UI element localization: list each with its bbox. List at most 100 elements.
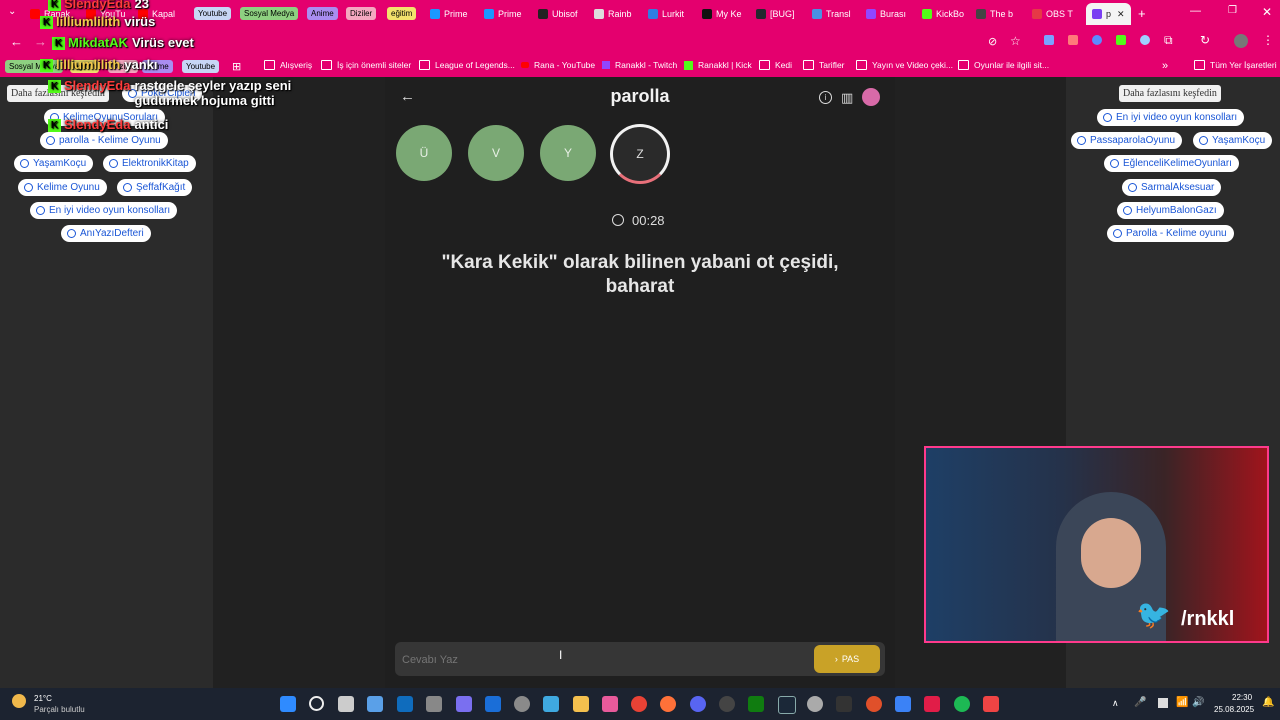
back-icon[interactable]: ← <box>10 34 23 49</box>
volume-icon[interactable]: 🔊 <box>1192 697 1204 708</box>
bookmark-star-icon[interactable]: ☆ <box>1010 34 1021 48</box>
outlook-icon[interactable] <box>397 696 413 712</box>
bookmark-folder[interactable]: Yayın ve Video çeki... <box>856 60 953 70</box>
extension-icon[interactable] <box>1068 35 1078 45</box>
task-view-icon[interactable] <box>338 696 354 712</box>
browser-tab[interactable]: Ubisof <box>538 5 578 23</box>
bookmark-link[interactable]: Ranakkl | Kick <box>684 60 752 70</box>
suggestion-chip[interactable]: HelyumBalonGazı <box>1117 202 1224 219</box>
start-icon[interactable] <box>280 696 296 712</box>
app-icon[interactable] <box>895 696 911 712</box>
app-icon[interactable] <box>866 696 882 712</box>
tab-group-series[interactable]: Diziler <box>346 7 377 20</box>
bookmark-link[interactable]: Rana - YouTube <box>521 60 595 70</box>
suggestion-chip[interactable]: ElektronikKitap <box>103 155 196 172</box>
suggestion-chip[interactable]: Parolla - Kelime oyunu <box>1107 225 1234 242</box>
suggestion-chip[interactable]: PassaparolaOyunu <box>1071 132 1183 149</box>
extension-icon[interactable] <box>1140 35 1150 45</box>
browser-tab[interactable]: Burası <box>866 5 906 23</box>
firefox-icon[interactable] <box>660 696 676 712</box>
file-explorer-icon[interactable] <box>573 696 589 712</box>
info-icon[interactable]: i <box>819 91 832 104</box>
xbox-icon[interactable] <box>748 696 764 712</box>
clock-time[interactable]: 22:30 <box>1232 693 1252 702</box>
bookmark-folder[interactable]: League of Legends... <box>419 60 515 70</box>
back-arrow-icon[interactable]: ← <box>400 88 415 105</box>
menu-icon[interactable]: ⋮ <box>1262 33 1274 47</box>
suggestion-chip[interactable]: YaşamKoçu <box>14 155 94 172</box>
app-icon[interactable] <box>807 696 823 712</box>
new-tab-button[interactable]: + <box>1138 6 1146 21</box>
tab-group-education[interactable]: eğitim <box>387 7 417 20</box>
app-icon[interactable] <box>602 696 618 712</box>
extension-icon[interactable] <box>1044 35 1054 45</box>
microphone-icon[interactable]: 🎤 <box>1134 697 1146 708</box>
epic-games-icon[interactable] <box>836 696 852 712</box>
browser-tab[interactable]: My Ke <box>702 5 742 23</box>
bookmark-folder[interactable]: Kedi <box>759 60 792 70</box>
notification-icon[interactable]: 🔔 <box>1262 697 1274 708</box>
tray-chevron-icon[interactable]: ∧ <box>1112 698 1119 709</box>
spotify-icon[interactable] <box>954 696 970 712</box>
app-icon[interactable] <box>924 696 940 712</box>
browser-tab[interactable]: Lurkit <box>648 5 684 23</box>
avatar[interactable] <box>862 88 880 106</box>
bookmark-folder[interactable]: Tarifler <box>803 60 845 70</box>
forward-icon[interactable]: → <box>34 34 47 49</box>
restore-button[interactable]: ❐ <box>1228 5 1237 16</box>
suggestion-chip[interactable]: En iyi video oyun konsolları <box>30 202 178 219</box>
suggestion-chip[interactable]: AnıYazıDefteri <box>61 225 151 242</box>
browser-tab[interactable]: p ✕ <box>1086 3 1131 25</box>
settings-icon[interactable] <box>514 696 530 712</box>
minimize-button[interactable]: — <box>1190 5 1201 17</box>
apps-grid-icon[interactable]: ⊞ <box>232 60 241 73</box>
chrome-icon[interactable] <box>631 696 647 712</box>
browser-tab[interactable]: KickBo <box>922 5 964 23</box>
browser-tab[interactable]: Rainb <box>594 5 632 23</box>
avatar[interactable] <box>1234 34 1248 48</box>
obs-icon[interactable] <box>719 696 735 712</box>
steam-icon[interactable] <box>778 696 796 714</box>
app-icon[interactable] <box>426 696 442 712</box>
pass-button[interactable]: › PAS <box>814 645 880 673</box>
tab-group-anime[interactable]: Anime <box>307 7 338 20</box>
browser-tab[interactable]: [BUG] <box>756 5 795 23</box>
bookmark-folder[interactable]: Alışveriş <box>264 60 312 70</box>
suggestion-chip[interactable]: YaşamKoçu <box>1193 132 1273 149</box>
tray-app-icon[interactable] <box>1158 698 1168 708</box>
app-icon[interactable] <box>367 696 383 712</box>
app-icon[interactable] <box>983 696 999 712</box>
extension-icon[interactable] <box>1092 35 1102 45</box>
suggestion-chip[interactable]: parolla - Kelime Oyunu <box>40 132 168 149</box>
copilot-icon[interactable] <box>456 696 472 712</box>
suggestion-chip[interactable]: EğlenceliKelimeOyunları <box>1104 155 1239 172</box>
clock-date[interactable]: 25.08.2025 <box>1214 705 1254 714</box>
bookmark-folder[interactable]: Tüm Yer İşaretleri <box>1194 60 1277 70</box>
tab-group-social[interactable]: Sosyal Medya <box>240 7 299 20</box>
close-tab-icon[interactable]: ✕ <box>1117 9 1125 20</box>
suggestion-chip[interactable]: SarmalAksesuar <box>1122 179 1222 196</box>
weather-temp[interactable]: 21°C <box>34 694 52 703</box>
close-window-button[interactable]: ✕ <box>1262 5 1272 19</box>
stats-icon[interactable]: ▥ <box>841 90 853 106</box>
search-icon[interactable] <box>309 696 324 711</box>
answer-input[interactable] <box>400 648 804 672</box>
suggestion-chip[interactable]: En iyi video oyun konsolları <box>1097 109 1245 126</box>
tab-search-chevron-icon[interactable]: ⌄ <box>8 6 16 17</box>
suggestion-chip[interactable]: ŞeffafKağıt <box>117 179 193 196</box>
browser-tab[interactable]: OBS T <box>1032 5 1073 23</box>
wifi-icon[interactable]: 📶 <box>1176 697 1188 708</box>
bookmark-link[interactable]: Ranakkl - Twitch <box>602 60 677 70</box>
history-icon[interactable]: ↻ <box>1200 33 1210 47</box>
store-icon[interactable] <box>485 696 501 712</box>
bookmark-group-youtube[interactable]: Youtube <box>182 60 220 73</box>
browser-tab[interactable]: The b <box>976 5 1013 23</box>
suggestion-chip[interactable]: Kelime Oyunu <box>18 179 107 196</box>
bookmark-folder[interactable]: Oyunlar ile ilgili sit... <box>958 60 1049 70</box>
app-icon[interactable] <box>543 696 559 712</box>
extension-icon[interactable] <box>1116 35 1126 45</box>
eye-off-icon[interactable]: ⊘ <box>988 35 997 48</box>
weather-desc[interactable]: Parçalı bulutlu <box>34 705 85 714</box>
browser-tab[interactable]: Prime <box>484 5 522 23</box>
tab-group-youtube[interactable]: Youtube <box>194 7 232 20</box>
